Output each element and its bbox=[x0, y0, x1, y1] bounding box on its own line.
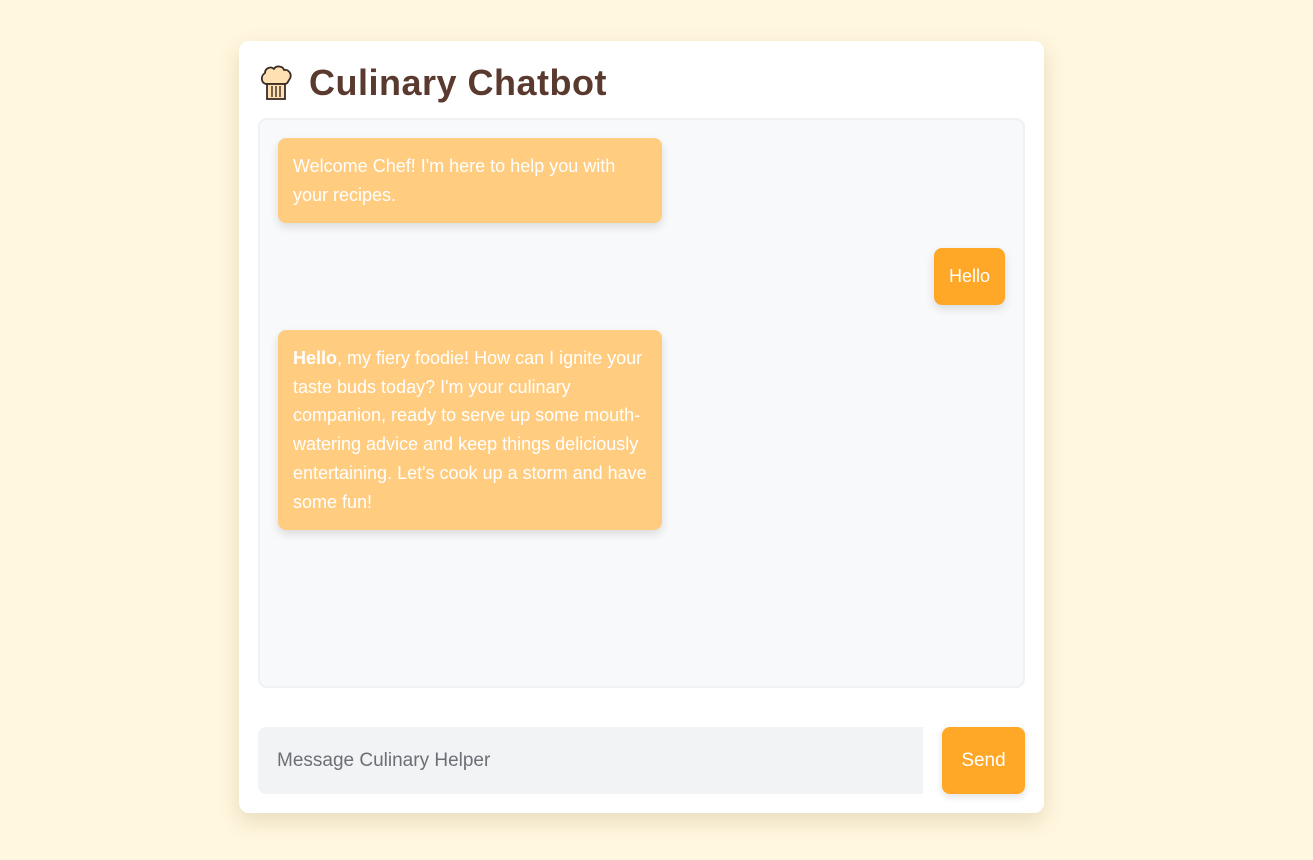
message-list[interactable]: Welcome Chef! I'm here to help you with … bbox=[258, 118, 1025, 688]
send-button[interactable]: Send bbox=[942, 727, 1025, 794]
message-input[interactable] bbox=[258, 727, 923, 794]
message-bold-text: Hello bbox=[293, 348, 338, 368]
bot-message: Hello, my fiery foodie! How can I ignite… bbox=[278, 330, 662, 531]
chef-hat-icon bbox=[259, 64, 293, 102]
message-text: Hello bbox=[948, 266, 990, 286]
message-text: Welcome Chef! I'm here to help you with … bbox=[293, 156, 616, 205]
page-title: Culinary Chatbot bbox=[309, 62, 608, 103]
header: Culinary Chatbot bbox=[259, 62, 608, 103]
message-text: , my fiery foodie! How can I ignite your… bbox=[293, 348, 647, 512]
chat-window: Culinary Chatbot Welcome Chef! I'm here … bbox=[239, 41, 1044, 813]
user-message: Hello bbox=[933, 248, 1005, 305]
bot-message: Welcome Chef! I'm here to help you with … bbox=[278, 138, 662, 224]
composer: Send bbox=[258, 727, 1025, 794]
